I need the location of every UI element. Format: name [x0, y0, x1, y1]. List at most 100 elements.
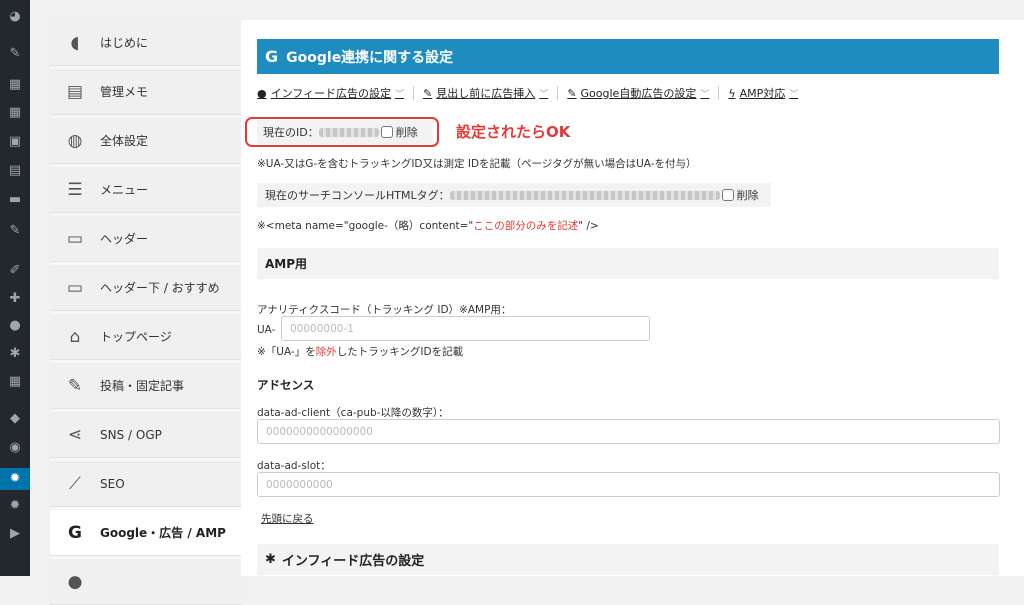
edit-icon: ✎: [567, 86, 577, 100]
amp-section-heading: AMP用: [257, 248, 999, 279]
media-icon[interactable]: ▣: [6, 133, 24, 151]
nav-item-general[interactable]: ◍ 全体設定: [50, 118, 241, 164]
tab-amp[interactable]: ϟ AMP対応 ﹀: [728, 85, 798, 101]
brush-icon[interactable]: ✐: [6, 262, 24, 280]
ua-prefix: UA-: [257, 324, 276, 336]
header-icon: ▭: [66, 228, 84, 249]
pin-icon: ●: [257, 86, 267, 100]
circle-icon: ●: [67, 571, 83, 592]
home-icon: ⌂: [69, 326, 81, 347]
settings-panel: G Google連携に関する設定 ● インフィード広告の設定 ﹀ ✎ 見出し前に…: [241, 20, 1024, 576]
ua-note-prefix: ※「UA-」を: [257, 346, 316, 358]
nav-item-menu[interactable]: ☰ メニュー: [50, 167, 241, 213]
nav-item-label: SNS / OGP: [100, 427, 162, 442]
dashboard-icon[interactable]: ◕: [6, 8, 24, 26]
ad-client-label: data-ad-client（ca-pub-以降の数字）：: [257, 407, 449, 419]
pages-icon[interactable]: ▤: [6, 162, 24, 180]
plugin-icon[interactable]: ✚: [6, 290, 24, 308]
layers-icon[interactable]: ◆: [6, 410, 24, 428]
infeed-section-title: インフィード広告の設定: [281, 554, 425, 569]
nav-item-next[interactable]: ●: [50, 559, 241, 605]
section-title-bar: G Google連携に関する設定: [257, 39, 999, 74]
chevron-down-icon: ﹀: [395, 89, 405, 100]
google-icon: G: [265, 47, 279, 66]
ad-slot-label: data-ad-slot：: [257, 460, 331, 472]
analytics-id-input[interactable]: 00000000-1: [281, 316, 650, 341]
nav-item-label: 全体設定: [100, 134, 149, 148]
ad-slot-placeholder: 0000000000: [266, 478, 333, 491]
edit-icon: ✎: [67, 375, 83, 396]
section-title: Google連携に関する設定: [286, 49, 454, 66]
adsense-heading: アドセンス: [257, 378, 315, 392]
bolt-icon: ϟ: [728, 86, 736, 100]
play-icon[interactable]: ▶: [6, 525, 24, 543]
back-to-top-link[interactable]: 先頭に戻る: [261, 511, 314, 526]
nav-item-sns[interactable]: ⋖ SNS / OGP: [50, 412, 241, 458]
nav-item-label: 投稿・固定記事: [100, 379, 185, 393]
nav-item-posts[interactable]: ✎ 投稿・固定記事: [50, 363, 241, 409]
tab-label: 見出し前に広告挿入: [436, 87, 536, 100]
nav-item-label: SEO: [100, 476, 125, 491]
table-icon[interactable]: ▦: [6, 373, 24, 391]
grid-icon[interactable]: ▦: [6, 76, 24, 94]
google-icon: G: [68, 522, 82, 543]
nav-item-memo[interactable]: ▤ 管理メモ: [50, 69, 241, 115]
chevron-down-icon: ﹀: [789, 89, 799, 100]
nav-item-label: メニュー: [100, 183, 149, 197]
analytics-label: アナリティクスコード（トラッキング ID）※AMP用：: [257, 304, 512, 316]
grid-icon[interactable]: ▦: [6, 104, 24, 122]
admin-sidebar: ◕ ✎ ▦ ▦ ▣ ▤ ▬ ✎ ✐ ✚ ● ✱ ▦ ◆ ◉ ✹ ✹ ▶: [0, 0, 30, 576]
nav-item-google[interactable]: G Google・広告 / AMP: [50, 510, 241, 556]
meta-note-prefix: ※<meta name="google-（略）content=": [257, 220, 474, 232]
annotation-text: 設定されたらOK: [456, 123, 571, 141]
ua-note: ※「UA-」を除外したトラッキングIDを記載: [257, 344, 463, 359]
nav-item-label: トップページ: [100, 330, 172, 344]
tab-auto-ads[interactable]: ✎ Google自動広告の設定 ﹀: [567, 85, 709, 101]
redacted-tag: [449, 190, 720, 200]
tab-infeed[interactable]: ● インフィード広告の設定 ﹀: [257, 85, 404, 101]
pin-icon[interactable]: ✎: [6, 222, 24, 240]
nav-item-intro[interactable]: ◖ はじめに: [50, 20, 241, 66]
section-tabs: ● インフィード広告の設定 ﹀ ✎ 見出し前に広告挿入 ﹀ ✎ Google自動…: [257, 84, 798, 102]
divider: [557, 86, 559, 100]
ad-slot-input[interactable]: 0000000000: [257, 472, 1000, 497]
nav-item-header[interactable]: ▭ ヘッダー: [50, 216, 241, 262]
beginner-icon: ◖: [70, 32, 80, 53]
nav-item-label: 管理メモ: [100, 85, 149, 99]
pin-icon[interactable]: ✎: [6, 45, 24, 63]
menu-icon: ☰: [67, 179, 83, 200]
search-console-label: 現在のサーチコンソールHTMLタグ：: [265, 189, 450, 202]
edit-icon: ✎: [423, 86, 433, 100]
tools-icon[interactable]: ✱: [6, 345, 24, 363]
palette-icon: ◍: [67, 130, 83, 151]
gear-icon: ✱: [265, 552, 276, 567]
nav-item-label: ヘッダー: [100, 232, 149, 246]
highlight-box: [245, 117, 439, 147]
gear-icon[interactable]: ✹: [6, 497, 24, 515]
meta-note-suffix: " />: [578, 220, 599, 232]
analytics-id-placeholder: 00000000-1: [290, 322, 354, 335]
settings-icon[interactable]: ✹: [0, 468, 30, 490]
ua-note-suffix: したトラッキングIDを記載: [336, 346, 464, 358]
delete-tag-checkbox[interactable]: [721, 189, 734, 201]
tab-label: Google自動広告の設定: [580, 87, 697, 100]
comments-icon[interactable]: ▬: [6, 191, 24, 209]
divider: [413, 86, 415, 100]
ad-client-placeholder: 0000000000000000: [266, 425, 373, 438]
nav-item-top-page[interactable]: ⌂ トップページ: [50, 314, 241, 360]
wp-icon[interactable]: ◉: [6, 439, 24, 457]
delete-label: 削除: [736, 189, 759, 202]
users-icon[interactable]: ●: [6, 317, 24, 335]
nav-item-label: Google・広告 / AMP: [100, 526, 226, 540]
chevron-down-icon: ﹀: [700, 89, 710, 100]
chart-icon: ⟋: [69, 473, 81, 494]
share-icon: ⋖: [67, 424, 83, 445]
tab-heading-ad[interactable]: ✎ 見出し前に広告挿入 ﹀: [423, 85, 548, 101]
nav-item-seo[interactable]: ⟋ SEO: [50, 461, 241, 507]
memo-icon: ▤: [66, 81, 84, 102]
settings-nav: ◖ はじめに ▤ 管理メモ ◍ 全体設定 ☰ メニュー ▭ ヘッダー ▭ ヘッダ…: [50, 20, 241, 605]
nav-item-label: ヘッダー下 / おすすめ: [100, 281, 220, 295]
ad-client-input[interactable]: 0000000000000000: [257, 419, 1000, 444]
nav-item-header-below[interactable]: ▭ ヘッダー下 / おすすめ: [50, 265, 241, 311]
tab-label: AMP対応: [739, 87, 786, 100]
